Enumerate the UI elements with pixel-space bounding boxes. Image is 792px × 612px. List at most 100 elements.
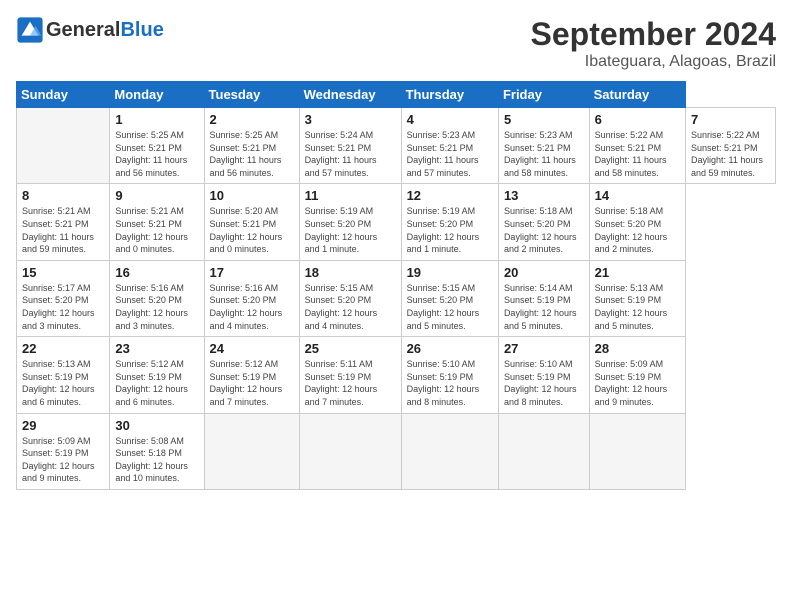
day-info: Sunrise: 5:10 AM Sunset: 5:19 PM Dayligh… [504, 358, 584, 408]
calendar-cell: 21 Sunrise: 5:13 AM Sunset: 5:19 PM Dayli… [589, 260, 685, 336]
day-info: Sunrise: 5:16 AM Sunset: 5:20 PM Dayligh… [210, 282, 294, 332]
day-number: 17 [210, 265, 294, 280]
title-block: September 2024 Ibateguara, Alagoas, Braz… [531, 16, 776, 71]
day-info: Sunrise: 5:21 AM Sunset: 5:21 PM Dayligh… [115, 205, 198, 255]
calendar-cell: 27 Sunrise: 5:10 AM Sunset: 5:19 PM Dayli… [498, 337, 589, 413]
day-number: 18 [305, 265, 396, 280]
calendar-cell: 3Sunrise: 5:24 AM Sunset: 5:21 PM Daylig… [299, 108, 401, 184]
month-title: September 2024 [531, 16, 776, 53]
day-number: 24 [210, 341, 294, 356]
day-info: Sunrise: 5:19 AM Sunset: 5:20 PM Dayligh… [305, 205, 396, 255]
calendar-cell: 22 Sunrise: 5:13 AM Sunset: 5:19 PM Dayli… [17, 337, 110, 413]
logo-blue: Blue [120, 19, 163, 41]
logo: GeneralBlue [16, 16, 164, 44]
calendar-cell: 23 Sunrise: 5:12 AM Sunset: 5:19 PM Dayli… [110, 337, 204, 413]
calendar-cell: 4 Sunrise: 5:23 AM Sunset: 5:21 PM Daylig… [401, 108, 498, 184]
location-title: Ibateguara, Alagoas, Brazil [531, 53, 776, 71]
calendar-cell: 13Sunrise: 5:18 AM Sunset: 5:20 PM Dayli… [498, 184, 589, 260]
day-info: Sunrise: 5:13 AM Sunset: 5:19 PM Dayligh… [22, 358, 104, 408]
calendar-cell: 16Sunrise: 5:16 AM Sunset: 5:20 PM Dayli… [110, 260, 204, 336]
calendar-cell: 17 Sunrise: 5:16 AM Sunset: 5:20 PM Dayli… [204, 260, 299, 336]
calendar-week-row: 1 Sunrise: 5:25 AM Sunset: 5:21 PM Daylig… [17, 108, 776, 184]
calendar-cell: 9 Sunrise: 5:21 AM Sunset: 5:21 PM Daylig… [110, 184, 204, 260]
calendar-cell: 1 Sunrise: 5:25 AM Sunset: 5:21 PM Daylig… [110, 108, 204, 184]
day-info: Sunrise: 5:23 AM Sunset: 5:21 PM Dayligh… [407, 129, 493, 179]
day-info: Sunrise: 5:11 AM Sunset: 5:19 PM Dayligh… [305, 358, 396, 408]
day-info: Sunrise: 5:09 AM Sunset: 5:19 PM Dayligh… [595, 358, 680, 408]
day-number: 8 [22, 188, 104, 203]
day-info: Sunrise: 5:21 AM Sunset: 5:21 PM Dayligh… [22, 205, 104, 255]
day-info: Sunrise: 5:25 AM Sunset: 5:21 PM Dayligh… [210, 129, 294, 179]
day-number: 9 [115, 188, 198, 203]
logo-text: GeneralBlue [46, 20, 164, 40]
day-info: Sunrise: 5:25 AM Sunset: 5:21 PM Dayligh… [115, 129, 198, 179]
day-number: 27 [504, 341, 584, 356]
calendar-cell: 24Sunrise: 5:12 AM Sunset: 5:19 PM Dayli… [204, 337, 299, 413]
day-number: 25 [305, 341, 396, 356]
calendar-cell: 10 Sunrise: 5:20 AM Sunset: 5:21 PM Dayli… [204, 184, 299, 260]
day-info: Sunrise: 5:16 AM Sunset: 5:20 PM Dayligh… [115, 282, 198, 332]
day-info: Sunrise: 5:09 AM Sunset: 5:19 PM Dayligh… [22, 435, 104, 485]
day-info: Sunrise: 5:17 AM Sunset: 5:20 PM Dayligh… [22, 282, 104, 332]
day-number: 2 [210, 112, 294, 127]
calendar-week-row: 29 Sunrise: 5:09 AM Sunset: 5:19 PM Dayli… [17, 413, 776, 489]
page: GeneralBlue September 2024 Ibateguara, A… [0, 0, 792, 612]
day-info: Sunrise: 5:20 AM Sunset: 5:21 PM Dayligh… [210, 205, 294, 255]
day-number: 3 [305, 112, 396, 127]
calendar: SundayMondayTuesdayWednesdayThursdayFrid… [16, 81, 776, 490]
day-number: 29 [22, 418, 104, 433]
calendar-cell: 25 Sunrise: 5:11 AM Sunset: 5:19 PM Dayli… [299, 337, 401, 413]
day-number: 7 [691, 112, 770, 127]
weekday-header: Tuesday [204, 82, 299, 108]
calendar-cell-empty [17, 108, 110, 184]
day-number: 15 [22, 265, 104, 280]
calendar-cell: 19 Sunrise: 5:15 AM Sunset: 5:20 PM Dayli… [401, 260, 498, 336]
calendar-cell: 14Sunrise: 5:18 AM Sunset: 5:20 PM Dayli… [589, 184, 685, 260]
calendar-cell: 30Sunrise: 5:08 AM Sunset: 5:18 PM Dayli… [110, 413, 204, 489]
day-info: Sunrise: 5:13 AM Sunset: 5:19 PM Dayligh… [595, 282, 680, 332]
calendar-cell: 28Sunrise: 5:09 AM Sunset: 5:19 PM Dayli… [589, 337, 685, 413]
logo-icon [16, 16, 44, 44]
day-number: 11 [305, 188, 396, 203]
day-number: 20 [504, 265, 584, 280]
calendar-cell: 6 Sunrise: 5:22 AM Sunset: 5:21 PM Daylig… [589, 108, 685, 184]
day-info: Sunrise: 5:14 AM Sunset: 5:19 PM Dayligh… [504, 282, 584, 332]
day-number: 21 [595, 265, 680, 280]
calendar-cell: 5Sunrise: 5:23 AM Sunset: 5:21 PM Daylig… [498, 108, 589, 184]
day-number: 22 [22, 341, 104, 356]
day-info: Sunrise: 5:10 AM Sunset: 5:19 PM Dayligh… [407, 358, 493, 408]
day-info: Sunrise: 5:12 AM Sunset: 5:19 PM Dayligh… [115, 358, 198, 408]
day-number: 23 [115, 341, 198, 356]
day-info: Sunrise: 5:19 AM Sunset: 5:20 PM Dayligh… [407, 205, 493, 255]
calendar-cell-empty [401, 413, 498, 489]
calendar-week-row: 15 Sunrise: 5:17 AM Sunset: 5:20 PM Dayli… [17, 260, 776, 336]
weekday-header: Monday [110, 82, 204, 108]
weekday-header: Friday [498, 82, 589, 108]
calendar-cell: 18Sunrise: 5:15 AM Sunset: 5:20 PM Dayli… [299, 260, 401, 336]
day-info: Sunrise: 5:22 AM Sunset: 5:21 PM Dayligh… [595, 129, 680, 179]
day-info: Sunrise: 5:22 AM Sunset: 5:21 PM Dayligh… [691, 129, 770, 179]
day-info: Sunrise: 5:15 AM Sunset: 5:20 PM Dayligh… [407, 282, 493, 332]
day-number: 6 [595, 112, 680, 127]
day-info: Sunrise: 5:23 AM Sunset: 5:21 PM Dayligh… [504, 129, 584, 179]
day-number: 12 [407, 188, 493, 203]
calendar-cell-empty [204, 413, 299, 489]
calendar-cell: 26 Sunrise: 5:10 AM Sunset: 5:19 PM Dayli… [401, 337, 498, 413]
calendar-cell: 8 Sunrise: 5:21 AM Sunset: 5:21 PM Daylig… [17, 184, 110, 260]
day-number: 30 [115, 418, 198, 433]
day-number: 4 [407, 112, 493, 127]
calendar-cell: 11 Sunrise: 5:19 AM Sunset: 5:20 PM Dayli… [299, 184, 401, 260]
weekday-header: Sunday [17, 82, 110, 108]
day-number: 1 [115, 112, 198, 127]
logo-general: General [46, 19, 120, 41]
calendar-header-row: SundayMondayTuesdayWednesdayThursdayFrid… [17, 82, 776, 108]
header: GeneralBlue September 2024 Ibateguara, A… [16, 16, 776, 71]
calendar-cell: 7 Sunrise: 5:22 AM Sunset: 5:21 PM Daylig… [685, 108, 775, 184]
weekday-header: Saturday [589, 82, 685, 108]
day-number: 10 [210, 188, 294, 203]
day-number: 14 [595, 188, 680, 203]
day-number: 19 [407, 265, 493, 280]
calendar-cell: 20 Sunrise: 5:14 AM Sunset: 5:19 PM Dayli… [498, 260, 589, 336]
day-info: Sunrise: 5:18 AM Sunset: 5:20 PM Dayligh… [504, 205, 584, 255]
day-number: 26 [407, 341, 493, 356]
